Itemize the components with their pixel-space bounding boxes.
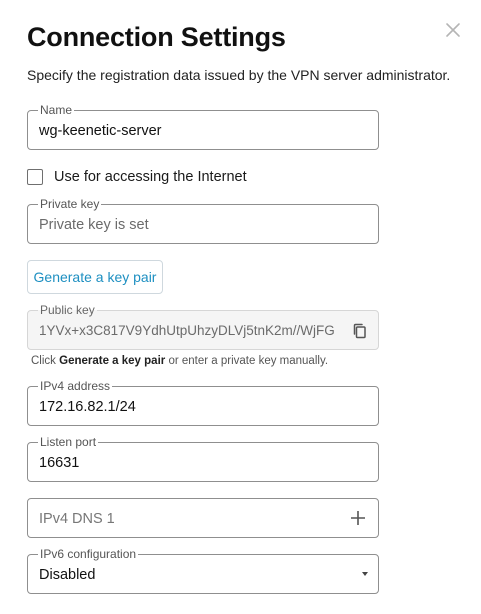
close-icon[interactable] xyxy=(444,21,462,39)
ipv6-configuration-value: Disabled xyxy=(39,567,96,583)
ipv6-configuration-label: IPv6 configuration xyxy=(38,547,139,561)
generate-key-pair-button[interactable]: Generate a key pair xyxy=(27,260,163,294)
copy-icon[interactable] xyxy=(351,322,369,340)
private-key-field[interactable]: Private key Private key is set xyxy=(27,197,379,244)
name-label: Name xyxy=(38,103,75,117)
name-field[interactable]: Name wg-keenetic-server xyxy=(27,103,379,150)
name-value: wg-keenetic-server xyxy=(39,123,162,139)
ipv4-address-field[interactable]: IPv4 address 172.16.82.1/24 xyxy=(27,379,379,426)
plus-icon[interactable] xyxy=(349,509,367,527)
listen-port-label: Listen port xyxy=(38,435,99,449)
internet-access-label: Use for accessing the Internet xyxy=(54,169,247,185)
public-key-field: Public key 1YVx+x3C817V9YdhUtpUhzyDLVj5t… xyxy=(27,303,379,350)
ipv4-address-label: IPv4 address xyxy=(38,379,113,393)
dialog-subtitle: Specify the registration data issued by … xyxy=(27,67,451,83)
ipv6-configuration-select[interactable]: IPv6 configuration Disabled xyxy=(27,547,379,594)
caret-down-icon[interactable] xyxy=(362,572,368,576)
ipv4-address-value: 172.16.82.1/24 xyxy=(39,399,136,415)
internet-access-checkbox[interactable] xyxy=(27,169,43,185)
private-key-label: Private key xyxy=(38,197,102,211)
listen-port-value: 16631 xyxy=(39,455,80,471)
public-key-label: Public key xyxy=(38,303,97,317)
public-key-value: 1YVx+x3C817V9YdhUtpUhzyDLVj5tnK2m//WjFG xyxy=(39,323,335,338)
ipv4-dns-field[interactable]: IPv4 DNS 1 xyxy=(27,498,379,538)
public-key-hint: Click Generate a key pair or enter a pri… xyxy=(31,355,329,367)
private-key-value: Private key is set xyxy=(39,217,149,233)
ipv4-dns-placeholder: IPv4 DNS 1 xyxy=(39,511,115,527)
listen-port-field[interactable]: Listen port 16631 xyxy=(27,435,379,482)
dialog-title: Connection Settings xyxy=(27,22,286,52)
internet-access-option[interactable]: Use for accessing the Internet xyxy=(27,168,247,186)
hint-bold-text: Generate a key pair xyxy=(59,355,166,367)
